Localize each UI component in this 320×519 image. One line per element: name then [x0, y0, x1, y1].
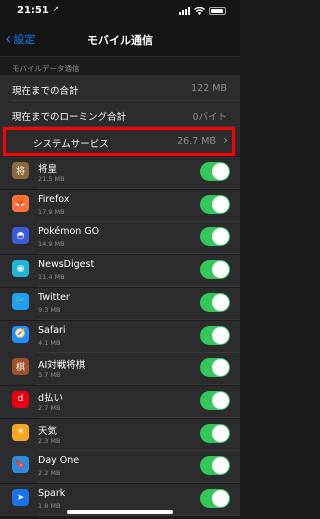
weather-app-icon: ☀: [12, 423, 29, 441]
app-name: NewsDigest: [38, 259, 95, 271]
app-data-size: 21.5 MB: [38, 175, 65, 183]
app-row: d d払い 2.7 MB: [0, 385, 240, 418]
cellular-toggle[interactable]: [200, 227, 230, 247]
home-indicator: [67, 510, 173, 514]
app-row: 🦊 Firefox 17.9 MB: [0, 189, 240, 222]
app-row: 🐦 Twitter 9.3 MB: [0, 287, 240, 320]
ai-shogi-app-icon: 棋: [12, 358, 29, 376]
battery-icon: [209, 7, 226, 15]
app-name: Spark: [38, 488, 66, 499]
app-row: 棋 AI対戦将棋 3.7 MB: [0, 353, 240, 386]
app-name: Day One: [38, 455, 80, 467]
page-title: モバイル通信: [87, 34, 153, 47]
spark-app-icon: ➤: [12, 489, 29, 506]
total-usage-label: 現在までの合計: [12, 86, 79, 97]
app-name: Pokémon GO: [38, 226, 100, 238]
app-name: d払い: [38, 392, 64, 404]
cellular-toggle[interactable]: [200, 260, 230, 280]
app-data-size: 14.9 MB: [38, 240, 65, 249]
app-name: 天気: [38, 425, 58, 437]
app-data-size: 9.3 MB: [38, 305, 61, 314]
cellular-toggle[interactable]: [200, 358, 230, 378]
roaming-usage-label: 現在までのローミング合計: [12, 112, 127, 123]
app-name: Firefox: [38, 193, 70, 205]
location-icon: ↗: [53, 5, 59, 13]
cellular-toggle[interactable]: [200, 423, 230, 443]
app-row: ☀ 天気 2.3 MB: [0, 418, 240, 451]
app-data-size: 17.9 MB: [38, 207, 65, 216]
app-row: 🧭 Safari 4.1 MB: [0, 320, 240, 353]
cellular-toggle[interactable]: [200, 325, 230, 345]
twitter-app-icon: 🐦: [12, 292, 29, 310]
roaming-usage-row: 現在までのローミング合計 0バイト: [0, 101, 240, 127]
app-name: 将皇: [38, 164, 58, 175]
cellular-toggle[interactable]: [200, 162, 230, 181]
pokemon-go-app-icon: ◓: [12, 227, 29, 245]
status-bar: 21:51 ↗: [0, 0, 240, 22]
app-data-size: 2.7 MB: [38, 403, 61, 412]
total-usage-row: 現在までの合計 122 MB: [0, 75, 240, 101]
cellular-toggle[interactable]: [200, 194, 230, 214]
row-divider: [38, 515, 240, 516]
firefox-app-icon: 🦊: [12, 194, 29, 212]
roaming-usage-value: 0バイト: [192, 112, 227, 123]
app-row: 🔖 Day One 2.2 MB: [0, 451, 240, 484]
day-one-app-icon: 🔖: [12, 456, 29, 474]
navigation-bar: ‹ 設定 モバイル通信: [0, 22, 240, 57]
section-header: モバイルデータ通信: [12, 64, 80, 73]
app-data-size: 1.8 MB: [38, 502, 61, 510]
shogi-app-icon: 将: [12, 162, 29, 179]
cellular-toggle[interactable]: [200, 456, 230, 476]
app-data-size: 3.7 MB: [38, 371, 61, 380]
app-row: ◓ Pokémon GO 14.9 MB: [0, 222, 240, 255]
status-time: 21:51: [17, 5, 49, 16]
signal-icon: [179, 7, 190, 15]
app-name: Safari: [38, 324, 66, 336]
app-data-size: 2.3 MB: [38, 436, 61, 445]
d-barai-app-icon: d: [12, 390, 29, 408]
newsdigest-app-icon: ◉: [12, 260, 29, 278]
app-row: 将将皇 21.5 MB: [0, 157, 240, 189]
app-data-size: 2.2 MB: [38, 469, 61, 478]
cellular-toggle[interactable]: [200, 292, 230, 312]
app-name: Twitter: [38, 291, 70, 303]
cellular-toggle[interactable]: [200, 390, 230, 410]
app-data-size: 11.4 MB: [38, 273, 65, 282]
app-row: ◉ NewsDigest 11.4 MB: [0, 255, 240, 288]
app-data-size: 4.1 MB: [38, 338, 61, 347]
app-name: AI対戦将棋: [38, 360, 86, 372]
safari-app-icon: 🧭: [12, 325, 29, 343]
wifi-icon: [194, 7, 205, 15]
cellular-toggle[interactable]: [200, 489, 230, 508]
status-indicators: [179, 7, 226, 15]
highlight-box: [3, 127, 235, 156]
total-usage-value: 122 MB: [191, 83, 227, 94]
